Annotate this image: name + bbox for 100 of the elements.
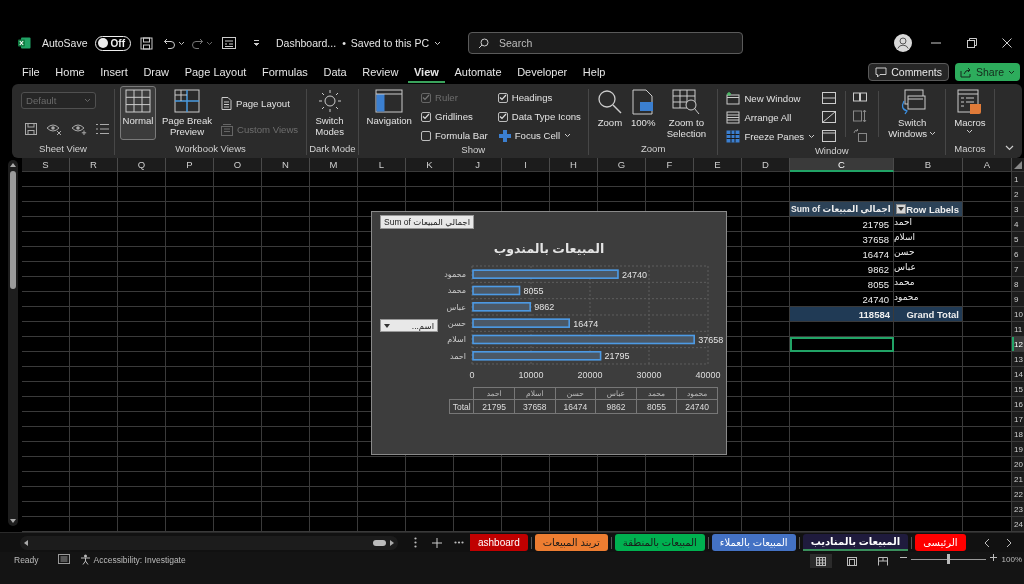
view-button[interactable]: Page Break Preview (158, 86, 216, 141)
active-cell[interactable] (790, 337, 894, 352)
scroll-thumb[interactable] (10, 171, 16, 289)
menu-tab[interactable]: Automate (448, 61, 508, 83)
new-window-button[interactable]: New Window (723, 90, 819, 107)
menu-tab[interactable]: Help (576, 61, 612, 83)
more-vertical-icon[interactable] (413, 537, 417, 548)
column-header[interactable]: B (894, 158, 963, 172)
row-header[interactable]: 21 (1012, 472, 1024, 487)
sheet-tab[interactable]: الرئيسى (915, 534, 966, 551)
redo-button[interactable] (191, 37, 213, 49)
row-header[interactable]: 19 (1012, 442, 1024, 457)
macro-record-icon[interactable] (57, 554, 70, 564)
column-header[interactable]: H (550, 158, 598, 172)
accessibility-icon[interactable] (79, 554, 91, 565)
eye-cross-icon[interactable] (46, 123, 62, 135)
checkbox[interactable]: Headings (495, 89, 583, 106)
scroll-thumb[interactable] (373, 539, 386, 546)
menu-tab[interactable]: Page Layout (178, 61, 253, 83)
row-header[interactable]: 16 (1012, 397, 1024, 412)
column-header[interactable]: N (262, 158, 310, 172)
undo-button[interactable] (163, 37, 185, 49)
normal-view-button[interactable] (809, 554, 832, 568)
save-icon[interactable] (140, 36, 153, 50)
eye-plus-icon[interactable] (71, 123, 87, 135)
menu-tab[interactable]: Developer (511, 61, 574, 83)
row-header[interactable]: 11 (1012, 322, 1024, 337)
plus-icon[interactable] (989, 554, 997, 561)
row-header[interactable]: 14 (1012, 367, 1024, 382)
sheet-tab[interactable]: تريند المبيعات (534, 534, 608, 551)
row-header[interactable]: 9 (1012, 292, 1024, 307)
row-header[interactable]: 3 (1012, 202, 1024, 217)
menu-tab[interactable]: Draw (137, 61, 176, 83)
sheet-tab[interactable]: المبيعات بالعملاء (711, 534, 796, 551)
slashed-window-icon[interactable] (822, 111, 837, 123)
minus-icon[interactable] (899, 554, 907, 561)
column-header[interactable]: D (742, 158, 790, 172)
navigation-button[interactable]: Navigation (363, 86, 415, 140)
row-header[interactable]: 2 (1012, 187, 1024, 202)
switch-windows-button[interactable]: Switch Windows (884, 86, 941, 143)
column-header[interactable]: I (502, 158, 550, 172)
row-header[interactable]: 15 (1012, 382, 1024, 397)
column-header[interactable]: K (406, 158, 454, 172)
column-header[interactable]: M (310, 158, 358, 172)
row-header[interactable]: 8 (1012, 277, 1024, 292)
zoom-100-button[interactable]: 100% (627, 86, 659, 140)
menu-tab[interactable]: Review (356, 61, 405, 83)
row-header[interactable]: 20 (1012, 457, 1024, 472)
column-header[interactable]: R (70, 158, 118, 172)
column-header[interactable]: J (454, 158, 502, 172)
sheet-tab[interactable]: ashboard (470, 534, 528, 551)
view-button[interactable]: Page Layout (218, 95, 302, 112)
zoom-selection-button[interactable]: Zoom to Selection (660, 86, 713, 143)
row-header[interactable]: 13 (1012, 352, 1024, 367)
column-header[interactable]: L (358, 158, 406, 172)
field-button[interactable]: Sum of اجمالي المبيعات (380, 215, 475, 229)
row-header[interactable]: 12 (1012, 337, 1024, 352)
menu-tab[interactable]: Formulas (256, 61, 314, 83)
chevron-right-icon[interactable] (1006, 537, 1012, 548)
macros-button[interactable]: Macros (951, 86, 989, 140)
window-icon[interactable] (822, 130, 837, 142)
filter-button[interactable] (896, 204, 906, 214)
checkbox[interactable]: Formula Bar (418, 127, 490, 144)
row-header[interactable]: 23 (1012, 502, 1024, 517)
search-field[interactable]: Search (468, 32, 744, 54)
side-by-side-icon[interactable] (853, 91, 868, 103)
customize-icon[interactable] (253, 39, 260, 47)
row-header[interactable]: 1 (1012, 172, 1024, 187)
scroll-sync-icon[interactable] (853, 109, 868, 123)
row-header[interactable]: 17 (1012, 412, 1024, 427)
column-header[interactable]: Q (118, 158, 166, 172)
zoom-level[interactable]: 100% (1001, 554, 1022, 566)
comments-button[interactable]: Comments (868, 63, 949, 81)
arrange-all-button[interactable]: Arrange All (723, 109, 819, 126)
checkbox[interactable]: Data Type Icons (495, 108, 583, 125)
horizontal-scrollbar[interactable] (20, 535, 398, 550)
select-all-icon[interactable] (1014, 160, 1022, 169)
chevron-left-icon[interactable] (984, 537, 990, 548)
sheet-tab[interactable]: المبيعات بالمنطقة (614, 534, 705, 551)
column-header[interactable]: E (694, 158, 742, 172)
row-header[interactable]: 10 (1012, 307, 1024, 322)
collapse-icon[interactable] (1005, 145, 1014, 151)
row-header[interactable]: 4 (1012, 217, 1024, 232)
avatar-icon[interactable] (894, 34, 912, 52)
column-header[interactable]: A (963, 158, 1012, 172)
menu-tab[interactable]: Data (317, 61, 353, 83)
more-icon[interactable] (454, 541, 464, 544)
freeze-panes-button[interactable]: Freeze Panes (723, 128, 819, 145)
row-header[interactable]: 5 (1012, 232, 1024, 247)
add-icon[interactable] (432, 537, 442, 548)
menu-tab[interactable]: Insert (94, 61, 134, 83)
focus-cell-button[interactable]: Focus Cell (495, 127, 583, 144)
column-header[interactable]: O (214, 158, 262, 172)
zoom-button[interactable]: Zoom (593, 86, 626, 140)
menu-tab[interactable]: Home (49, 61, 91, 83)
sheet-tab[interactable]: المبيعات بالمناديب (802, 534, 909, 551)
accessibility-status[interactable]: Accessibility: Investigate (93, 554, 186, 566)
split-window-icon[interactable] (822, 92, 837, 104)
checkbox[interactable]: Gridlines (418, 108, 490, 125)
column-header[interactable]: G (598, 158, 646, 172)
